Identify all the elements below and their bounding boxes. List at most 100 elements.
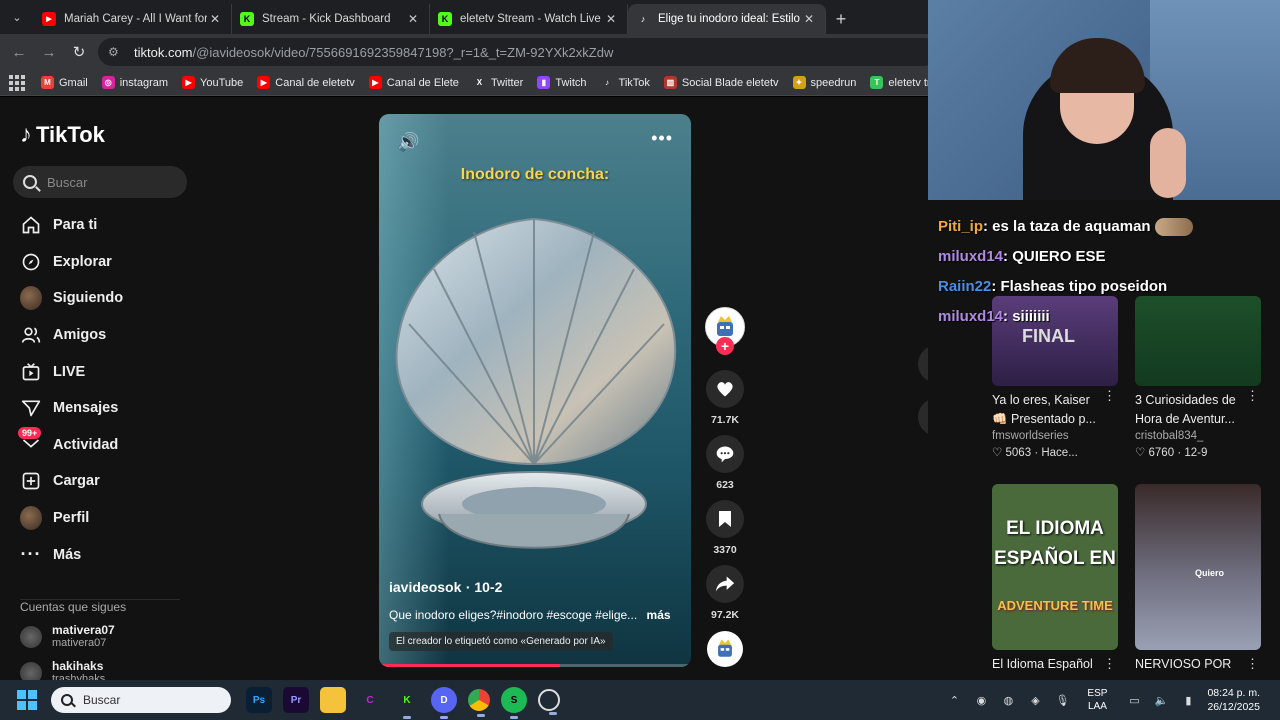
video-player[interactable]: 🔊 ••• Inodoro de concha: iavideosok · 10… bbox=[379, 114, 691, 667]
photoshop-icon[interactable]: Ps bbox=[246, 687, 272, 713]
premiere-icon[interactable]: Pr bbox=[283, 687, 309, 713]
video-title-line[interactable]: El Idioma Español bbox=[992, 655, 1118, 674]
search-input[interactable]: Buscar bbox=[13, 166, 187, 198]
bookmark-item[interactable]: X Twitter bbox=[473, 76, 524, 89]
chevron-up-icon[interactable]: ⌃ bbox=[945, 694, 963, 707]
video-author[interactable]: iavideosok bbox=[389, 579, 461, 595]
chrome-icon[interactable] bbox=[468, 689, 490, 717]
sidebar-item-siguiendo[interactable]: Siguiendo bbox=[20, 280, 190, 317]
tab-search-icon[interactable]: ⌄ bbox=[0, 0, 34, 34]
close-icon[interactable]: ✕ bbox=[207, 12, 223, 26]
share-button[interactable]: 97.2K bbox=[705, 565, 745, 621]
sidebar-item-label: LIVE bbox=[53, 363, 86, 380]
forward-icon[interactable]: → bbox=[34, 44, 64, 61]
sidebar-item-más[interactable]: ··· Más bbox=[20, 536, 190, 573]
volume-icon[interactable]: 🔈 bbox=[1152, 694, 1170, 707]
clock[interactable]: 08:24 p. m. 26/12/2025 bbox=[1207, 686, 1260, 714]
related-video-card[interactable]: EL IDIOMA ESPAÑOL EN ADVENTURE TIME El I… bbox=[992, 484, 1118, 674]
search-placeholder: Buscar bbox=[47, 174, 88, 190]
close-icon[interactable]: ✕ bbox=[405, 12, 421, 26]
comment-button[interactable]: 623 bbox=[705, 435, 745, 491]
follow-plus-button[interactable]: + bbox=[716, 337, 734, 355]
sidebar-item-amigos[interactable]: Amigos bbox=[20, 317, 190, 354]
card-menu-icon[interactable]: ⋮ bbox=[1103, 656, 1116, 672]
steam-icon[interactable]: ◍ bbox=[999, 694, 1017, 707]
browser-tab[interactable]: ♪ Elige tu inodoro ideal: Estilo y m✕ bbox=[628, 4, 826, 34]
battery-icon[interactable]: ▮ bbox=[1179, 694, 1197, 707]
bookmark-item[interactable]: M Gmail bbox=[41, 76, 88, 89]
address-bar[interactable]: ⚙ tiktok.com /@iavideosok/video/75566916… bbox=[98, 38, 938, 66]
bookmark-item[interactable]: ▮ Twitch bbox=[537, 76, 587, 89]
bookmark-item[interactable]: ✦ speedrun bbox=[792, 76, 857, 89]
shield-icon[interactable]: ◈ bbox=[1026, 694, 1044, 707]
close-icon[interactable]: ✕ bbox=[801, 12, 817, 26]
like-count: 6760 bbox=[1148, 447, 1175, 459]
following-account[interactable]: mativera07 mativera07 bbox=[20, 624, 115, 650]
discord-icon[interactable]: D bbox=[431, 687, 457, 719]
video-thumbnail[interactable]: Quiero bbox=[1135, 484, 1261, 650]
apps-grid-icon[interactable] bbox=[9, 74, 25, 91]
following-username: mativera07 bbox=[52, 623, 115, 637]
bookmark-item[interactable]: ▶ Canal de Elete bbox=[368, 76, 459, 89]
sidebar-item-mensajes[interactable]: Mensajes bbox=[20, 390, 190, 427]
sidebar-item-label: Más bbox=[53, 546, 82, 563]
card-menu-icon[interactable]: ⋮ bbox=[1246, 656, 1259, 672]
video-title-line[interactable]: Ya lo eres, Kaiser bbox=[992, 391, 1118, 410]
obs-icon[interactable] bbox=[538, 689, 560, 715]
sidebar-item-para-ti[interactable]: Para ti bbox=[20, 207, 190, 244]
video-title-line[interactable]: Hora de Aventur... bbox=[1135, 410, 1261, 429]
bookmark-label: speedrun bbox=[810, 76, 857, 89]
sidebar-item-explorar[interactable]: Explorar bbox=[20, 244, 190, 281]
kick-icon[interactable]: K bbox=[394, 687, 420, 719]
video-title-line[interactable]: 3 Curiosidades de bbox=[1135, 391, 1261, 410]
browser-tab[interactable]: K Stream - Kick Dashboard ✕ bbox=[232, 4, 430, 34]
sidebar-item-live[interactable]: LIVE bbox=[20, 353, 190, 390]
more-link[interactable]: más bbox=[647, 608, 671, 622]
video-thumbnail[interactable]: EL IDIOMA ESPAÑOL EN ADVENTURE TIME bbox=[992, 484, 1118, 650]
network-icon[interactable]: ▭ bbox=[1125, 694, 1143, 707]
sidebar-item-perfil[interactable]: Perfil bbox=[20, 500, 190, 537]
bookmark-item[interactable]: ▶ Canal de eletetv bbox=[257, 76, 355, 89]
browser-tab[interactable]: Keletetv Stream - Watch Live on K✕ bbox=[430, 4, 628, 34]
more-icon: ··· bbox=[20, 544, 42, 565]
microphone-icon[interactable]: 🎙 bbox=[1053, 694, 1071, 707]
folder-icon[interactable] bbox=[320, 687, 346, 713]
reload-icon[interactable]: ↻ bbox=[64, 43, 94, 61]
comment-icon bbox=[706, 435, 744, 473]
like-button[interactable]: 71.7K bbox=[705, 370, 745, 426]
windows-start-icon[interactable] bbox=[17, 690, 37, 710]
video-title-line[interactable]: NERVIOSO POR bbox=[1135, 655, 1261, 674]
sidebar-item-actividad[interactable]: Actividad 99+ bbox=[18, 426, 190, 464]
bookmark-item[interactable]: ◎ instagram bbox=[101, 76, 168, 89]
video-title-line[interactable]: 👊🏻 Presentado p... bbox=[992, 410, 1118, 429]
sidebar-item-cargar[interactable]: Cargar bbox=[20, 463, 190, 500]
volume-icon[interactable]: 🔊 bbox=[397, 132, 419, 153]
bookmark-item[interactable]: ▶ YouTube bbox=[182, 76, 243, 89]
canva-icon[interactable]: C bbox=[357, 687, 383, 713]
video-creator[interactable]: cristobal834_ bbox=[1135, 430, 1261, 442]
spotify-icon[interactable]: S bbox=[501, 687, 527, 719]
taskbar-search-placeholder: Buscar bbox=[83, 693, 121, 707]
taskbar-search-input[interactable]: Buscar bbox=[51, 687, 231, 713]
bookmark-item[interactable]: ♪ TikTok bbox=[601, 76, 650, 89]
tiktok-logo[interactable]: ♪ TikTok bbox=[20, 121, 105, 149]
sidebar-item-label: Actividad bbox=[53, 436, 119, 453]
new-tab-button[interactable]: + bbox=[826, 4, 856, 34]
site-info-icon[interactable]: ⚙ bbox=[108, 45, 126, 59]
card-menu-icon[interactable]: ⋮ bbox=[1246, 388, 1259, 404]
following-account[interactable]: hakihaks trashyhaks bbox=[20, 660, 105, 680]
save-button[interactable]: 3370 bbox=[705, 500, 745, 556]
close-icon[interactable]: ✕ bbox=[603, 12, 619, 26]
sound-avatar[interactable] bbox=[707, 631, 743, 667]
related-video-card[interactable]: Quiero NERVIOSO POR ⋮ bbox=[1135, 484, 1261, 674]
discord-tray-icon[interactable]: ◉ bbox=[972, 694, 990, 707]
twitch-icon: ▮ bbox=[537, 76, 551, 89]
video-progress-bar[interactable] bbox=[379, 664, 691, 667]
video-creator[interactable]: fmsworldseries bbox=[992, 430, 1118, 442]
input-language[interactable]: ESP LAA bbox=[1087, 687, 1107, 713]
bookmark-item[interactable]: ▥ Social Blade eletetv bbox=[663, 76, 779, 89]
browser-tab[interactable]: ▶ Mariah Carey - All I Want for Chr✕ bbox=[34, 4, 232, 34]
card-menu-icon[interactable]: ⋮ bbox=[1103, 388, 1116, 404]
more-options-icon[interactable]: ••• bbox=[651, 128, 673, 149]
back-icon[interactable]: ← bbox=[4, 44, 34, 61]
